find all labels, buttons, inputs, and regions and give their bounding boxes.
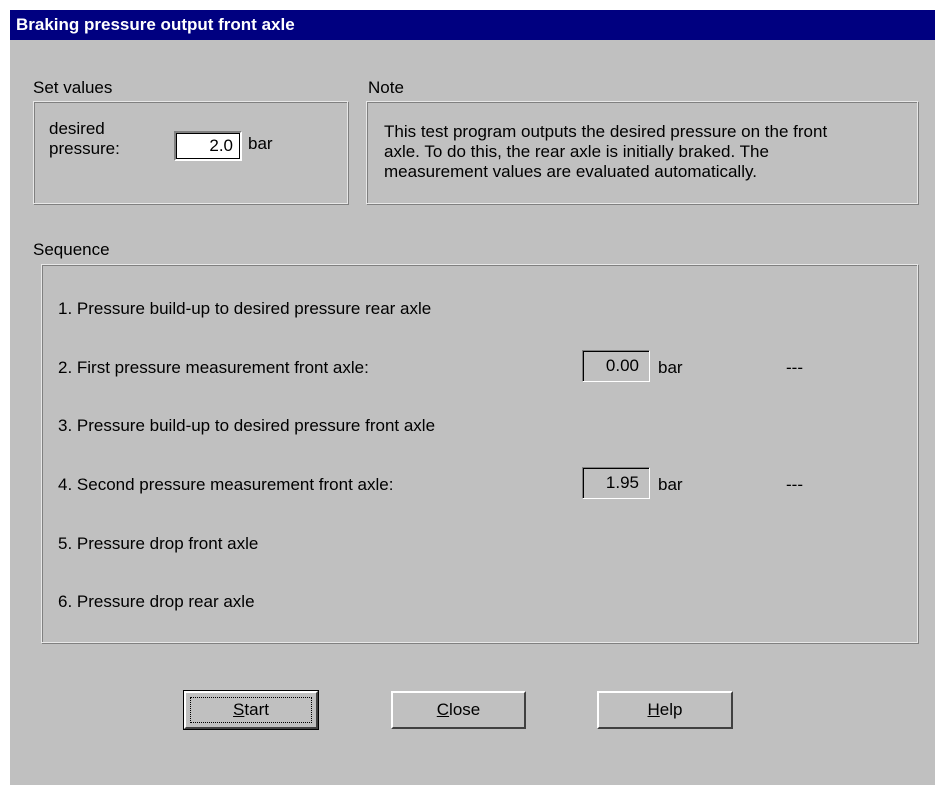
start-button-accel: S	[233, 700, 245, 719]
sequence-group-label: Sequence	[33, 240, 110, 259]
sequence-step-6: 6. Pressure drop rear axle	[58, 592, 255, 611]
sequence-step-3: 3. Pressure build-up to desired pressure…	[58, 416, 436, 435]
close-button[interactable]: Close	[391, 691, 526, 729]
close-button-accel: C	[436, 700, 450, 719]
desired-pressure-label-line1: desired	[49, 119, 105, 138]
second-measurement-unit: bar	[658, 475, 683, 494]
sequence-group: 1. Pressure build-up to desired pressure…	[41, 264, 918, 643]
sequence-step-2: 2. First pressure measurement front axle…	[58, 358, 369, 377]
help-button-label: elp	[659, 700, 683, 719]
start-button[interactable]: Start	[183, 690, 319, 730]
dialog-window: Braking pressure output front axle Set v…	[0, 0, 935, 785]
help-button[interactable]: Help	[597, 691, 733, 729]
set-values-group-label: Set values	[33, 78, 113, 97]
note-group: This test program outputs the desired pr…	[366, 101, 918, 204]
second-measurement-value: 1.95	[582, 467, 650, 499]
sequence-step-4: 4. Second pressure measurement front axl…	[58, 475, 394, 494]
note-text-line1: This test program outputs the desired pr…	[384, 122, 828, 141]
first-measurement-value: 0.00	[582, 350, 650, 382]
title-bar[interactable]: Braking pressure output front axle	[10, 10, 935, 40]
close-button-label: lose	[449, 700, 481, 719]
note-text-line2: axle. To do this, the rear axle is initi…	[384, 142, 769, 161]
window-title: Braking pressure output front axle	[16, 15, 295, 34]
first-measurement-unit: bar	[658, 358, 683, 377]
second-measurement-result: ---	[786, 475, 803, 494]
dialog-body: Set values desired pressure: 2.0 bar Not…	[10, 40, 935, 785]
desired-pressure-input[interactable]: 2.0	[174, 131, 242, 161]
start-button-label: tart	[244, 700, 269, 719]
desired-pressure-unit: bar	[248, 134, 273, 153]
first-measurement-result: ---	[786, 358, 803, 377]
set-values-group: desired pressure: 2.0 bar	[33, 101, 348, 204]
sequence-step-1: 1. Pressure build-up to desired pressure…	[58, 299, 432, 318]
desired-pressure-label-line2: pressure:	[49, 139, 120, 158]
note-group-label: Note	[368, 78, 404, 97]
note-text-line3: measurement values are evaluated automat…	[384, 162, 757, 181]
sequence-step-5: 5. Pressure drop front axle	[58, 534, 259, 553]
help-button-accel: H	[647, 700, 660, 719]
